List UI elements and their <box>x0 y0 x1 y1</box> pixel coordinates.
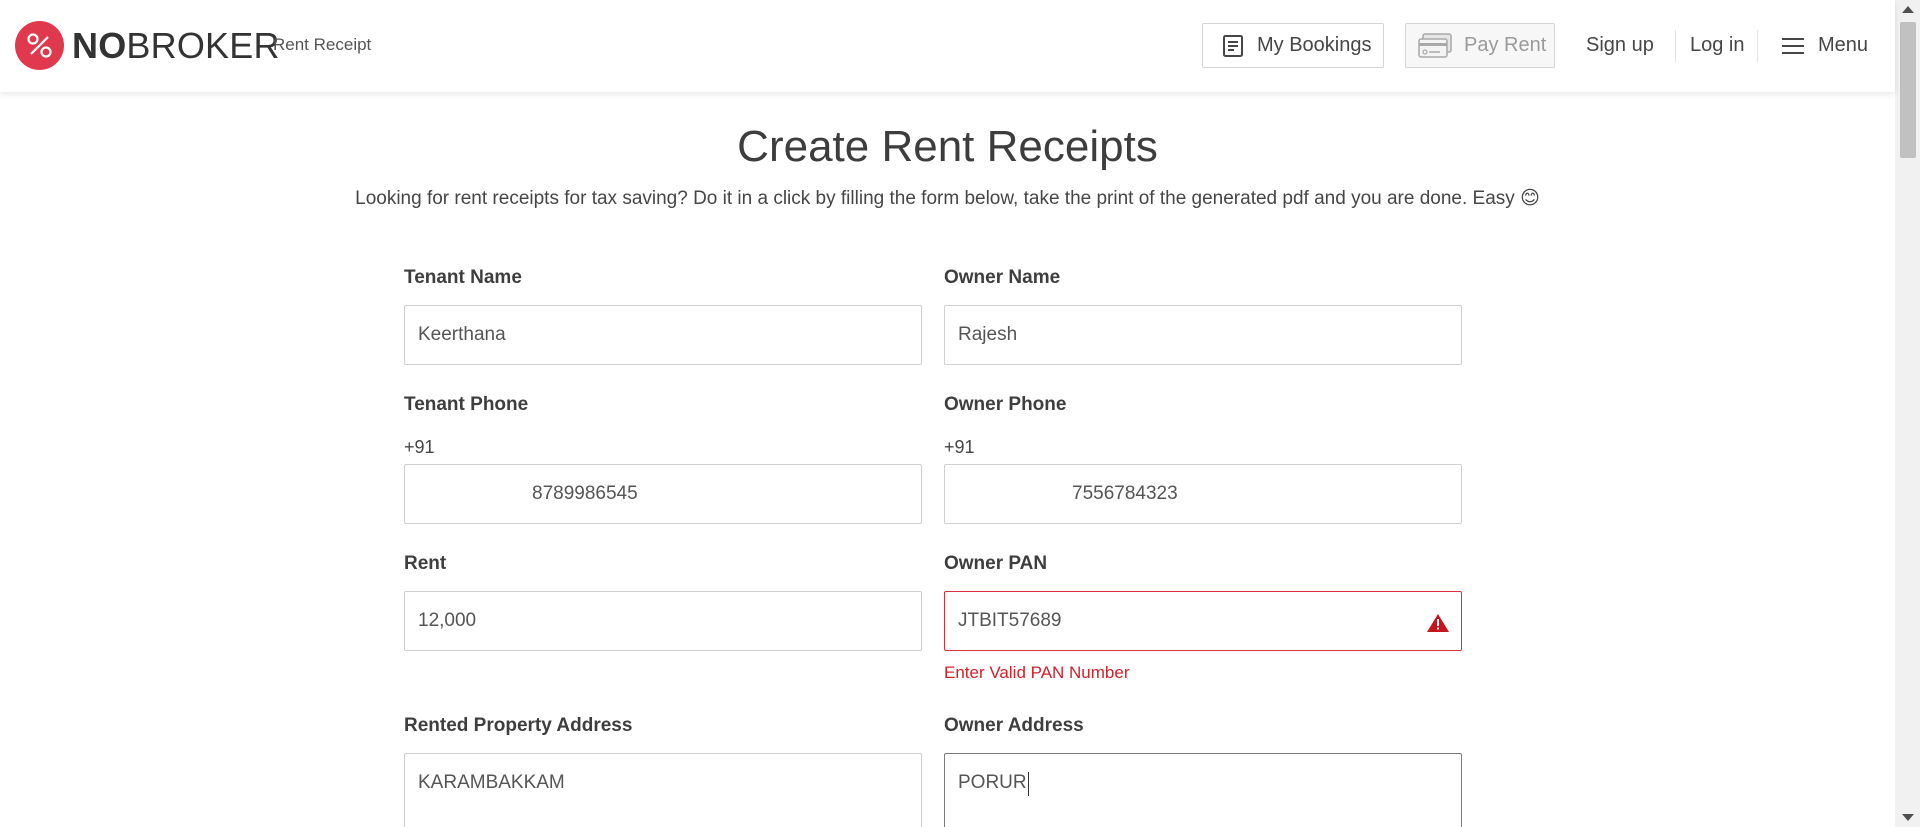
scroll-thumb[interactable] <box>1900 22 1916 158</box>
owner-address-input[interactable]: PORUR <box>944 753 1462 827</box>
rented-property-address-label: Rented Property Address <box>404 715 633 736</box>
warning-triangle-icon <box>1427 614 1449 638</box>
tenant-phone-label: Tenant Phone <box>404 394 529 415</box>
log-in-link[interactable]: Log in <box>1690 34 1745 57</box>
top-navbar: NOBROKER Rent Receipt My Bookings Pay Re… <box>0 0 1895 92</box>
document-list-icon <box>1221 34 1245 58</box>
rent-label: Rent <box>404 553 447 574</box>
owner-pan-value: JTBIT57689 <box>958 610 1062 631</box>
brand-subtitle: Rent Receipt <box>273 35 372 54</box>
owner-phone-label: Owner Phone <box>944 394 1067 415</box>
credit-card-icon <box>1418 32 1452 59</box>
owner-address-label: Owner Address <box>944 715 1084 736</box>
tenant-name-input[interactable]: Keerthana <box>404 305 922 365</box>
owner-name-input[interactable]: Rajesh <box>944 305 1462 365</box>
pay-rent-label: Pay Rent <box>1464 34 1547 56</box>
tenant-phone-country-code: +91 <box>404 437 435 457</box>
owner-name-label: Owner Name <box>944 267 1061 288</box>
page-subtitle: Looking for rent receipts for tax saving… <box>355 188 1540 209</box>
menu-button[interactable]: Menu <box>1782 34 1868 57</box>
my-bookings-label: My Bookings <box>1257 34 1372 56</box>
menu-label: Menu <box>1818 34 1869 56</box>
my-bookings-button[interactable]: My Bookings <box>1202 23 1384 68</box>
scroll-down-arrow-icon[interactable] <box>1902 814 1914 821</box>
owner-pan-label: Owner PAN <box>944 553 1048 574</box>
owner-pan-error-message: Enter Valid PAN Number <box>944 663 1130 682</box>
tenant-phone-input[interactable]: 8789986545 <box>404 464 922 524</box>
scroll-up-arrow-icon[interactable] <box>1902 6 1914 13</box>
owner-address-value: PORUR <box>958 772 1027 793</box>
pay-rent-button[interactable]: Pay Rent <box>1405 23 1555 68</box>
owner-phone-input[interactable]: 7556784323 <box>944 464 1462 524</box>
nav-divider <box>1757 30 1758 62</box>
nobroker-logo-icon[interactable] <box>15 21 64 70</box>
owner-pan-input[interactable]: JTBIT57689 <box>944 591 1462 651</box>
page-title: Create Rent Receipts <box>737 122 1158 171</box>
brand-wordmark[interactable]: NOBROKER <box>72 25 280 67</box>
rent-input[interactable]: 12,000 <box>404 591 922 651</box>
tenant-name-label: Tenant Name <box>404 267 522 288</box>
text-caret <box>1027 772 1029 796</box>
rented-property-address-input[interactable]: KARAMBAKKAM <box>404 753 922 827</box>
owner-phone-country-code: +91 <box>944 437 975 457</box>
page-scrollbar[interactable] <box>1895 0 1920 827</box>
nav-divider <box>1675 30 1676 62</box>
hamburger-icon <box>1782 37 1804 55</box>
sign-up-link[interactable]: Sign up <box>1586 34 1654 57</box>
